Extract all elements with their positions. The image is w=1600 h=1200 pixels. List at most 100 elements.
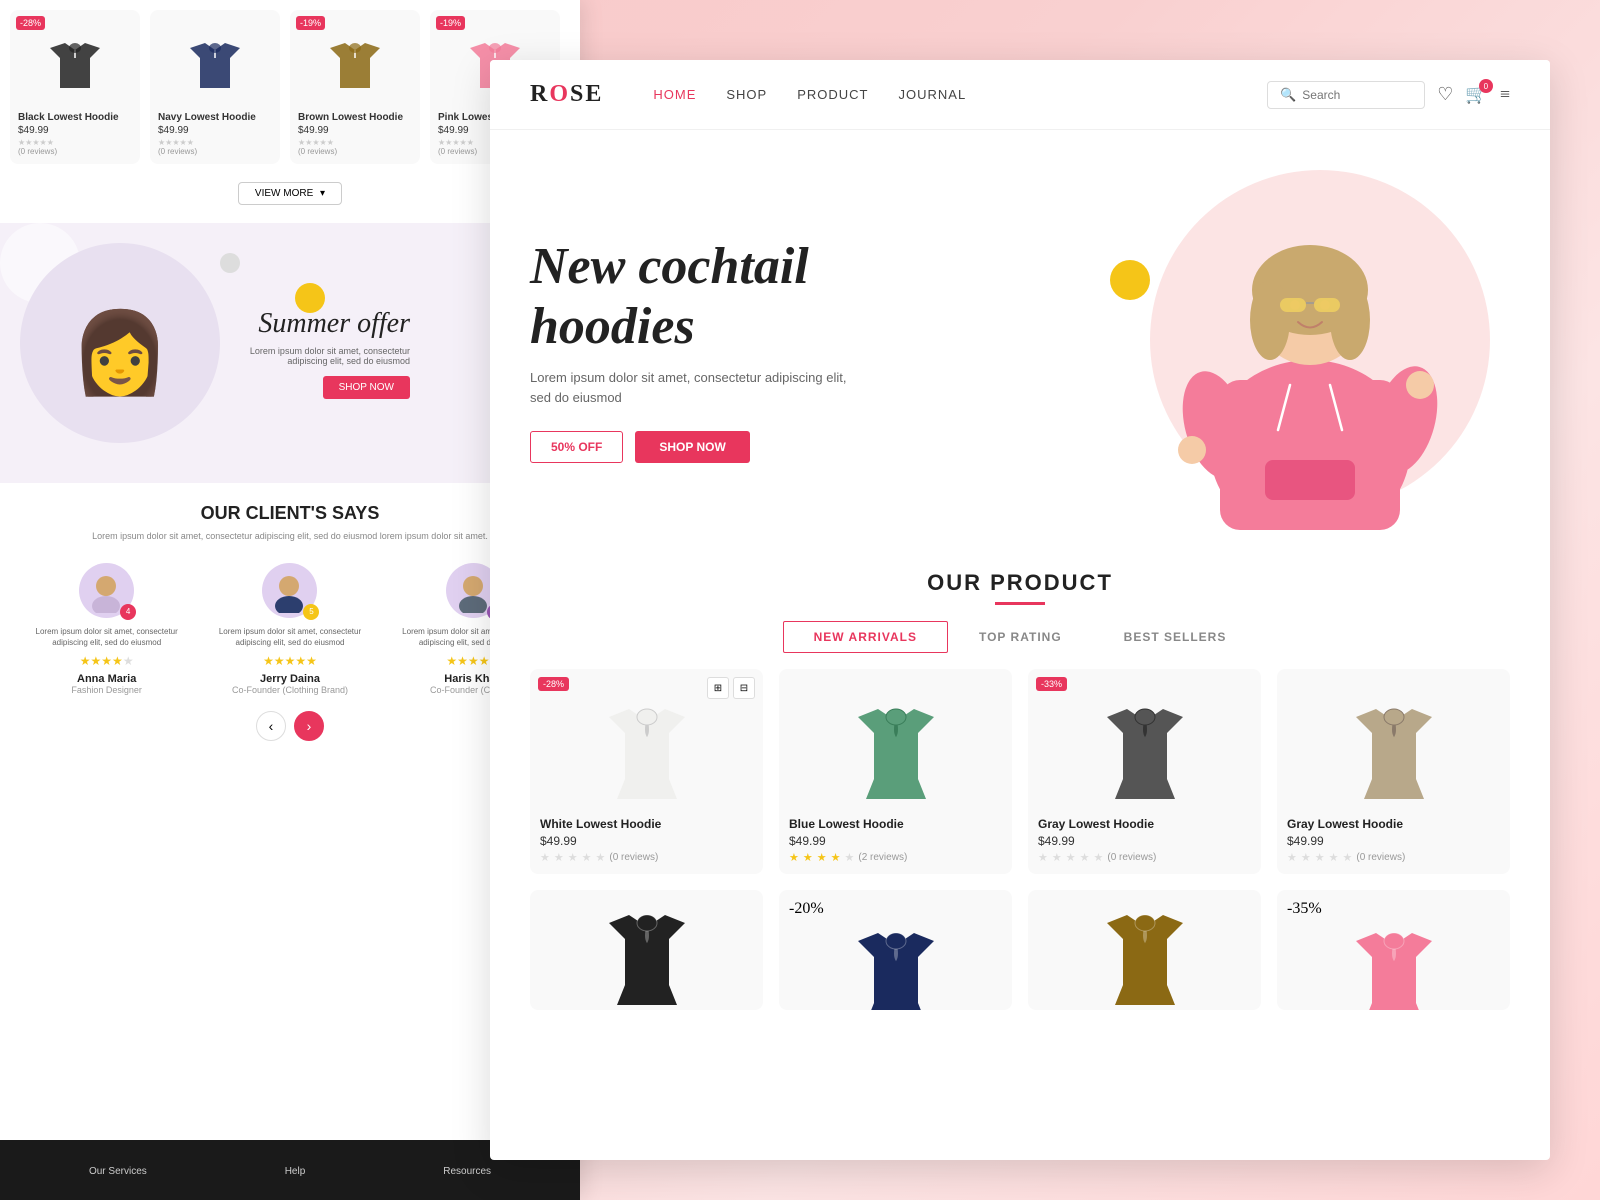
- star-icon: ★: [1329, 851, 1339, 864]
- star-icon: ★: [596, 851, 606, 864]
- menu-icon-button[interactable]: ≡: [1500, 84, 1510, 105]
- nav-links: HOME SHOP PRODUCT JOURNAL: [653, 87, 1267, 102]
- star-icon: ★: [568, 851, 578, 864]
- testimonial-avatar: 4: [79, 563, 134, 618]
- nav-link-home[interactable]: HOME: [653, 87, 696, 102]
- star-icon: ★: [1038, 851, 1048, 864]
- hoodie-image: [158, 18, 272, 108]
- star-icon: ★: [446, 654, 457, 668]
- partial-hoodie-image: [789, 918, 1002, 1010]
- product-name: White Lowest Hoodie: [540, 817, 753, 831]
- testimonial-stars: ★★★★★: [203, 654, 376, 669]
- footer-column-title: Resources: [443, 1166, 491, 1177]
- product-name: Gray Lowest Hoodie: [1287, 817, 1500, 831]
- product-card: -28% ⊞ ⊟ White Lowest Hoodie $49.99 ★★★★…: [530, 669, 763, 874]
- star-icon: ★: [285, 654, 296, 668]
- product-image: [1038, 679, 1251, 809]
- star-icon: ★: [1094, 851, 1104, 864]
- carousel-next-button[interactable]: ›: [294, 711, 324, 741]
- yellow-dot-summer: [295, 283, 325, 313]
- discount-badge: -33%: [1036, 677, 1067, 691]
- hoodie-image: [18, 18, 132, 108]
- product-image: [789, 679, 1002, 809]
- summer-model-circle: 👩: [20, 243, 220, 443]
- partial-hoodie-image: [1038, 900, 1251, 1000]
- view-more-label: VIEW MORE: [255, 188, 313, 199]
- clients-title: OUR CLIENT'S SAYS: [20, 503, 560, 524]
- testimonial-name: Jerry Daina: [203, 673, 376, 685]
- back-product-card: Navy Lowest Hoodie $49.99 ★★★★★ (0 revie…: [150, 10, 280, 164]
- carousel-prev-button[interactable]: ‹: [256, 711, 286, 741]
- rating-badge: 4: [120, 604, 136, 620]
- testimonial-name: Anna Maria: [20, 673, 193, 685]
- hero-text: New cochtail hoodies Lorem ipsum dolor s…: [530, 237, 1090, 464]
- front-window: ROSE HOME SHOP PRODUCT JOURNAL 🔍 ♡ 🛒 0 ≡ Ne…: [490, 60, 1550, 1160]
- star-icon: ★: [1052, 851, 1062, 864]
- hero-section: New cochtail hoodies Lorem ipsum dolor s…: [490, 130, 1550, 550]
- card-grid-view-button[interactable]: ⊞: [707, 677, 729, 699]
- nav-link-journal[interactable]: JOURNAL: [899, 87, 967, 102]
- star-icon: ★: [112, 654, 123, 668]
- hero-buttons: 50% OFF SHOP NOW: [530, 431, 1090, 463]
- tab-top-rating[interactable]: TOP RATING: [948, 621, 1093, 653]
- nav-link-product[interactable]: PRODUCT: [797, 87, 868, 102]
- star-icon: ★: [295, 654, 306, 668]
- partial-hoodie-image: [540, 900, 753, 1000]
- card-list-view-button[interactable]: ⊟: [733, 677, 755, 699]
- product-name: Blue Lowest Hoodie: [789, 817, 1002, 831]
- star-icon: ★: [789, 851, 799, 864]
- partial-hoodie-image: [1287, 918, 1500, 1010]
- chevron-down-icon: ▾: [320, 188, 325, 199]
- star-icon: ★: [1287, 851, 1297, 864]
- hero-off-button[interactable]: 50% OFF: [530, 431, 623, 463]
- star-icon: ★: [91, 654, 102, 668]
- tab-new-arrivals[interactable]: NEW ARRIVALS: [783, 621, 948, 653]
- star-icon: ★: [582, 851, 592, 864]
- hero-title: New cochtail hoodies: [530, 237, 1090, 357]
- product-stars: ★★★★★: [298, 138, 412, 147]
- testimonial-text: Lorem ipsum dolor sit amet, consectetur …: [20, 626, 193, 648]
- star-icon: ★: [101, 654, 112, 668]
- star-icon: ★: [845, 851, 855, 864]
- hero-yellow-dot: [1110, 260, 1150, 300]
- star-icon: ★: [274, 654, 285, 668]
- footer-column: Resources: [443, 1161, 491, 1179]
- testimonial-card: 5 Lorem ipsum dolor sit amet, consectetu…: [203, 563, 376, 695]
- product-reviews: (0 reviews): [18, 147, 132, 156]
- product-stars: ★★★★★: [158, 138, 272, 147]
- star-icon: ★: [540, 851, 550, 864]
- product-card-partial: -35%: [1277, 890, 1510, 1010]
- clients-subtitle: Lorem ipsum dolor sit amet, consectetur …: [20, 530, 560, 543]
- logo: ROSE: [530, 81, 603, 108]
- star-icon: ★: [803, 851, 813, 864]
- product-reviews: (0 reviews): [1107, 852, 1156, 863]
- testimonial-stars: ★★★★★: [20, 654, 193, 669]
- hero-shop-button[interactable]: SHOP NOW: [635, 431, 749, 463]
- back-product-card: -28% Black Lowest Hoodie $49.99 ★★★★★ (0…: [10, 10, 140, 164]
- star-icon: ★: [817, 851, 827, 864]
- star-icon: ★: [1343, 851, 1353, 864]
- cart-icon-button[interactable]: 🛒 0: [1465, 84, 1487, 105]
- card-actions: ⊞ ⊟: [707, 677, 755, 699]
- star-icon: ★: [80, 654, 91, 668]
- product-card-partial: -20%: [779, 890, 1012, 1010]
- star-icon: ★: [1066, 851, 1076, 864]
- search-input[interactable]: [1302, 88, 1412, 102]
- search-icon: 🔍: [1280, 87, 1296, 103]
- star-icon: ★: [1080, 851, 1090, 864]
- view-more-button[interactable]: VIEW MORE ▾: [238, 182, 342, 205]
- product-rating: ★★★★★ (0 reviews): [1287, 851, 1500, 864]
- product-card: Gray Lowest Hoodie $49.99 ★★★★★ (0 revie…: [1277, 669, 1510, 874]
- tab-best-sellers[interactable]: BEST SELLERS: [1093, 621, 1258, 653]
- product-card-partial: [1028, 890, 1261, 1010]
- testimonials-row: 4 Lorem ipsum dolor sit amet, consectetu…: [20, 563, 560, 695]
- summer-shop-now-button[interactable]: SHOP NOW: [323, 376, 410, 399]
- product-reviews: (0 reviews): [158, 147, 272, 156]
- nav-link-shop[interactable]: SHOP: [726, 87, 767, 102]
- discount-badge: -20%: [789, 900, 824, 917]
- products-grid: -28% ⊞ ⊟ White Lowest Hoodie $49.99 ★★★★…: [530, 669, 1510, 874]
- wishlist-icon-button[interactable]: ♡: [1437, 84, 1453, 105]
- product-reviews: (2 reviews): [858, 852, 907, 863]
- product-rating: ★★★★★ (2 reviews): [789, 851, 1002, 864]
- product-stars: ★★★★★: [18, 138, 132, 147]
